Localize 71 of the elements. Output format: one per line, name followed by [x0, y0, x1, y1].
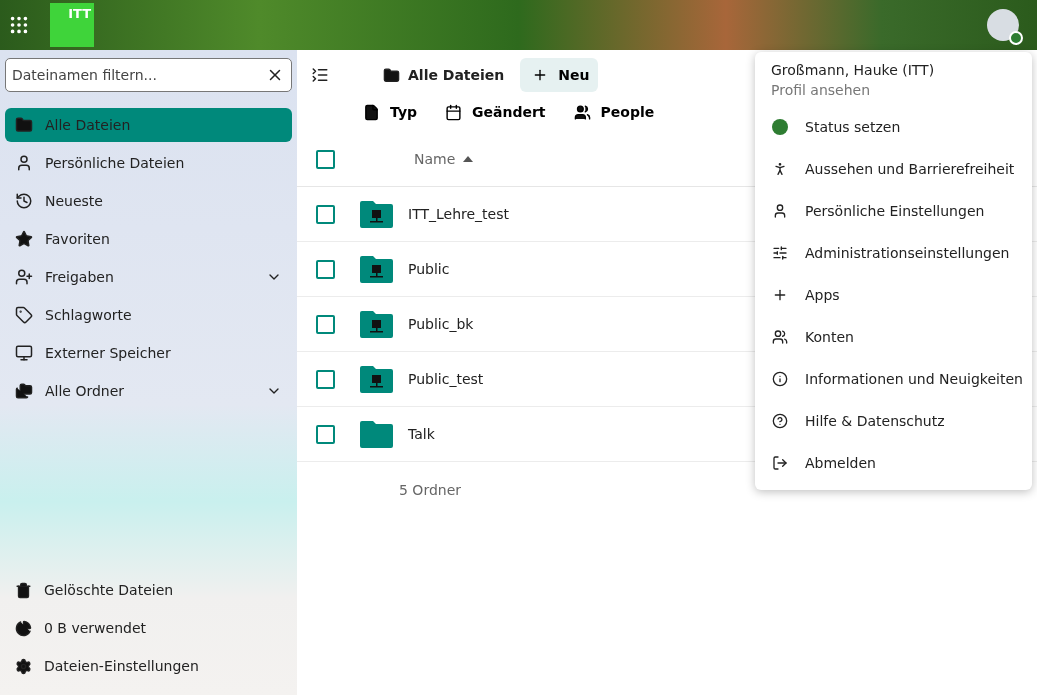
accessibility-icon — [772, 161, 788, 177]
sidebar-item[interactable]: 0 B verwendet — [5, 611, 292, 645]
menu-item[interactable]: Aussehen und Barrierefreiheit — [755, 148, 1032, 190]
network-folder-icon — [360, 255, 393, 283]
sidebar-item[interactable]: Favoriten — [5, 222, 292, 256]
menu-item[interactable]: Abmelden — [755, 442, 1032, 484]
checkbox[interactable] — [316, 149, 335, 169]
folders-icon — [15, 382, 33, 400]
user-name: Großmann, Hauke (ITT) — [770, 61, 936, 78]
menu-icon[interactable] — [311, 66, 329, 84]
monitor-icon — [15, 344, 33, 362]
menu-item[interactable]: Administrationseinstellungen — [755, 232, 1032, 274]
sliders-icon — [772, 245, 788, 261]
settings-icon — [15, 657, 32, 675]
user-icon — [772, 203, 788, 219]
menu-item[interactable]: Informationen und Neuigkeiten — [755, 358, 1032, 400]
file-name[interactable]: Public_test — [408, 371, 484, 387]
user-icon — [15, 154, 33, 172]
history-icon — [15, 192, 33, 210]
filter-button[interactable]: Typ — [363, 103, 418, 121]
menu-item[interactable]: Apps — [755, 274, 1032, 316]
users-icon — [772, 329, 788, 345]
folder-count: 5 Ordner — [399, 482, 461, 498]
checkbox[interactable] — [316, 369, 335, 389]
file-icon — [363, 103, 380, 121]
menu-item[interactable]: Konten — [755, 316, 1032, 358]
sidebar-item[interactable]: Alle Ordner — [5, 374, 292, 408]
folder-icon — [360, 420, 393, 448]
column-header[interactable]: Name — [414, 151, 474, 167]
file-name[interactable]: Public — [408, 261, 450, 277]
sidebar-item[interactable]: Dateien-Einstellungen — [5, 649, 292, 683]
menu-item[interactable]: Status setzen — [755, 106, 1032, 148]
add-user-icon — [15, 268, 33, 286]
network-folder-icon — [360, 200, 393, 228]
file-name[interactable]: ITT_Lehre_test — [408, 206, 509, 222]
pie-chart-icon — [15, 619, 32, 637]
calendar-icon — [445, 103, 463, 121]
checkbox[interactable] — [316, 259, 335, 279]
checkbox[interactable] — [316, 204, 335, 224]
sidebar-item[interactable]: Gelöschte Dateien — [5, 573, 292, 607]
folder-icon — [383, 66, 400, 84]
sidebar-item[interactable]: Externer Speicher — [5, 336, 292, 370]
star-icon — [15, 230, 33, 248]
logout-icon — [772, 455, 788, 471]
menu-item[interactable]: Persönliche Einstellungen — [755, 190, 1032, 232]
plus-icon — [772, 287, 788, 303]
users-icon — [573, 103, 591, 121]
checkbox[interactable] — [316, 314, 335, 334]
app-grid-icon[interactable] — [8, 14, 30, 36]
trash-icon — [15, 581, 32, 599]
new-button[interactable]: Neu — [520, 58, 598, 92]
menu-item[interactable]: Hilfe & Datenschutz — [755, 400, 1032, 442]
breadcrumb[interactable]: Alle Dateien — [375, 66, 513, 84]
sidebar-item[interactable]: Freigaben — [5, 260, 292, 294]
tag-icon — [15, 306, 33, 324]
file-name[interactable]: Talk — [408, 426, 435, 442]
file-name[interactable]: Public_bk — [408, 316, 474, 332]
info-icon — [772, 371, 788, 387]
folder-icon — [15, 116, 33, 134]
sidebar-item[interactable]: Schlagworte — [5, 298, 292, 332]
sidebar-item[interactable]: Alle Dateien — [5, 108, 292, 142]
filter-button[interactable]: Geändert — [445, 103, 546, 121]
sidebar-item[interactable]: Neueste — [5, 184, 292, 218]
network-folder-icon — [360, 365, 393, 393]
sidebar-item[interactable]: Persönliche Dateien — [5, 146, 292, 180]
profile-link[interactable]: Profil ansehen — [755, 78, 1032, 106]
filter-field[interactable]: Dateinamen filtern... — [5, 58, 292, 92]
filter-button[interactable]: People — [573, 103, 655, 121]
network-folder-icon — [360, 310, 393, 338]
checkbox[interactable] — [316, 424, 335, 444]
help-icon — [772, 413, 788, 429]
